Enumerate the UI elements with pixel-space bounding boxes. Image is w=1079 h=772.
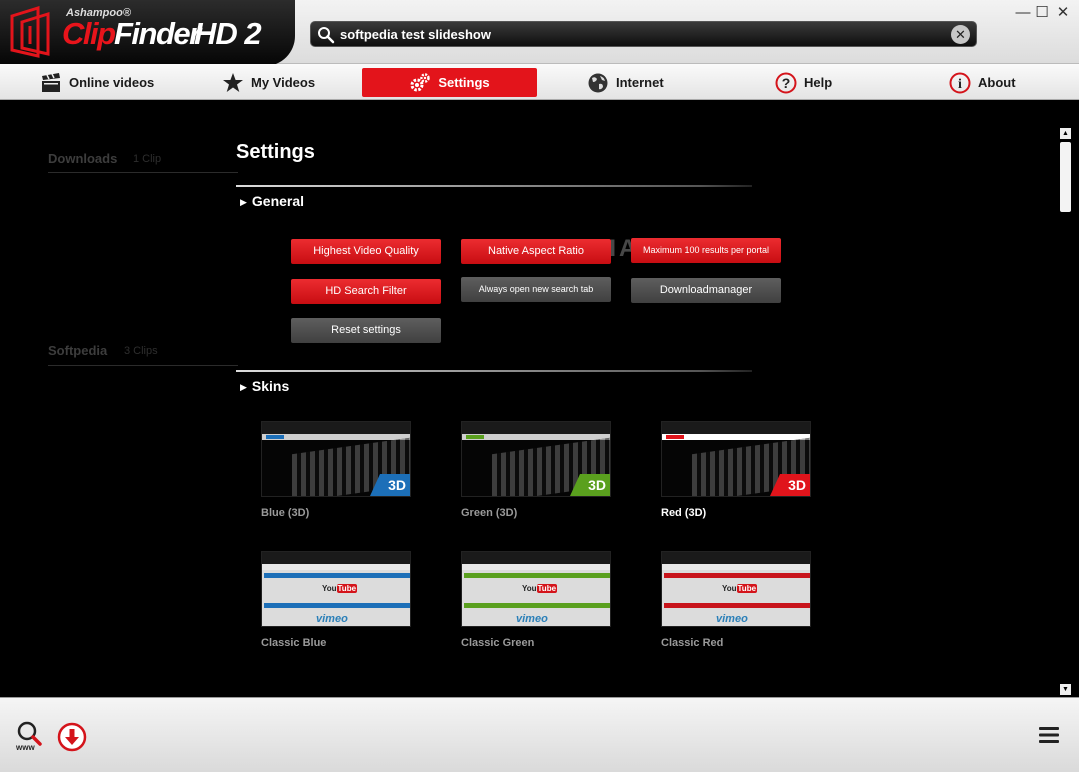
skin-green-3d[interactable]: 3D Green (3D) — [461, 421, 611, 519]
skin-name: Classic Blue — [261, 637, 327, 649]
youtube-logo: YouTube — [322, 584, 358, 593]
skin-name: Classic Red — [661, 637, 724, 649]
section-general[interactable]: General — [240, 193, 304, 209]
clear-search-icon[interactable]: ✕ — [951, 25, 970, 44]
svg-text:www: www — [15, 743, 35, 752]
search-query[interactable]: softpedia test slideshow — [340, 27, 491, 42]
tab-internet[interactable]: Internet — [587, 68, 664, 97]
max-results-button[interactable]: Maximum 100 results per portal — [631, 238, 781, 263]
skin-name: Blue (3D) — [261, 507, 310, 519]
skin-thumbnail[interactable]: YouTube vimeo — [461, 551, 611, 627]
tab-my-videos[interactable]: My Videos — [222, 68, 315, 97]
menu-icon[interactable] — [1038, 726, 1060, 744]
globe-icon — [588, 73, 608, 92]
title-bar: Ashampoo® Clip Finder HD 2 softpedia tes… — [0, 0, 1079, 66]
divider — [236, 370, 752, 372]
app-window: Ashampoo® Clip Finder HD 2 softpedia tes… — [0, 0, 1079, 772]
skin-thumbnail[interactable]: YouTube vimeo — [261, 551, 411, 627]
youtube-logo: YouTube — [522, 584, 558, 593]
tab-label: My Videos — [251, 75, 316, 90]
clapperboard-icon — [42, 72, 60, 92]
scroll-up-arrow-icon[interactable]: ▲ — [1060, 128, 1071, 139]
search-input[interactable]: softpedia test slideshow ✕ — [310, 21, 977, 47]
main-nav: Online videos My Videos Settings Interne… — [0, 64, 1079, 100]
svg-text:i: i — [958, 77, 962, 92]
maximize-button[interactable]: ☐ — [1033, 4, 1051, 22]
divider — [48, 365, 238, 366]
skin-thumbnail[interactable]: 3D — [661, 421, 811, 497]
native-aspect-ratio-button[interactable]: Native Aspect Ratio — [461, 239, 611, 264]
tab-help[interactable]: ? Help — [775, 68, 832, 97]
scroll-down-arrow-icon[interactable]: ▼ — [1060, 684, 1071, 695]
tab-label: Settings — [438, 75, 490, 90]
app-name-clip: Clip — [62, 16, 116, 51]
vimeo-logo: vimeo — [716, 613, 748, 625]
skin-red-3d[interactable]: 3D Red (3D) — [661, 421, 811, 519]
bottom-toolbar: www — [0, 697, 1079, 772]
tab-label: About — [978, 75, 1016, 90]
sidebar-count: 1 Clip — [133, 153, 162, 165]
vimeo-logo: vimeo — [516, 613, 548, 625]
app-name-finder: Finder — [114, 16, 201, 51]
sidebar-item-downloads[interactable]: Downloads — [48, 151, 117, 166]
new-search-tab-button[interactable]: Always open new search tab — [461, 277, 611, 302]
sidebar-count: 3 Clips — [124, 345, 158, 357]
svg-text:?: ? — [782, 75, 791, 91]
main-content: Downloads 1 Clip Softpedia 3 Clips Setti… — [0, 101, 1079, 697]
divider — [236, 185, 752, 187]
hd-search-filter-button[interactable]: HD Search Filter — [291, 279, 441, 304]
sidebar-item-softpedia[interactable]: Softpedia — [48, 343, 107, 358]
skin-thumbnail[interactable]: 3D — [461, 421, 611, 497]
info-icon: i — [949, 72, 971, 93]
download-icon[interactable] — [57, 722, 87, 752]
reset-settings-button[interactable]: Reset settings — [291, 318, 441, 343]
tab-label: Internet — [616, 75, 664, 90]
download-manager-button[interactable]: Downloadmanager — [631, 278, 781, 303]
tab-label: Help — [804, 75, 833, 90]
skin-name: Classic Green — [461, 637, 535, 649]
youtube-logo: YouTube — [722, 584, 758, 593]
skin-thumbnail[interactable]: YouTube vimeo — [661, 551, 811, 627]
skin-classic-red[interactable]: YouTube vimeo Classic Red — [661, 551, 811, 649]
tab-label: Online videos — [69, 75, 155, 90]
minimize-button[interactable]: — — [1014, 4, 1032, 22]
divider — [48, 172, 238, 173]
skin-blue-3d[interactable]: 3D Blue (3D) — [261, 421, 411, 519]
section-skins[interactable]: Skins — [240, 378, 289, 394]
scrollbar-thumb[interactable] — [1060, 142, 1071, 212]
close-button[interactable]: ✕ — [1054, 4, 1072, 22]
gears-icon — [410, 72, 431, 91]
vimeo-logo: vimeo — [316, 613, 348, 625]
skin-thumbnail[interactable]: 3D — [261, 421, 411, 497]
highest-video-quality-button[interactable]: Highest Video Quality — [291, 239, 441, 264]
question-icon: ? — [775, 72, 797, 93]
tab-about[interactable]: i About — [949, 68, 1016, 97]
tab-settings[interactable]: Settings — [362, 68, 537, 97]
web-search-icon[interactable]: www — [14, 720, 46, 752]
search-icon[interactable] — [317, 26, 335, 44]
tab-online-videos[interactable]: Online videos — [40, 68, 154, 97]
star-icon — [223, 72, 243, 92]
skin-name: Red (3D) — [661, 507, 707, 519]
app-logo: Ashampoo® Clip Finder HD 2 — [0, 0, 295, 66]
app-name-hd: HD 2 — [194, 16, 262, 51]
skin-name: Green (3D) — [461, 507, 518, 519]
skin-classic-blue[interactable]: YouTube vimeo Classic Blue — [261, 551, 411, 649]
page-title: Settings — [236, 141, 315, 163]
skin-classic-green[interactable]: YouTube vimeo Classic Green — [461, 551, 611, 649]
logo-mark-icon — [10, 6, 50, 58]
